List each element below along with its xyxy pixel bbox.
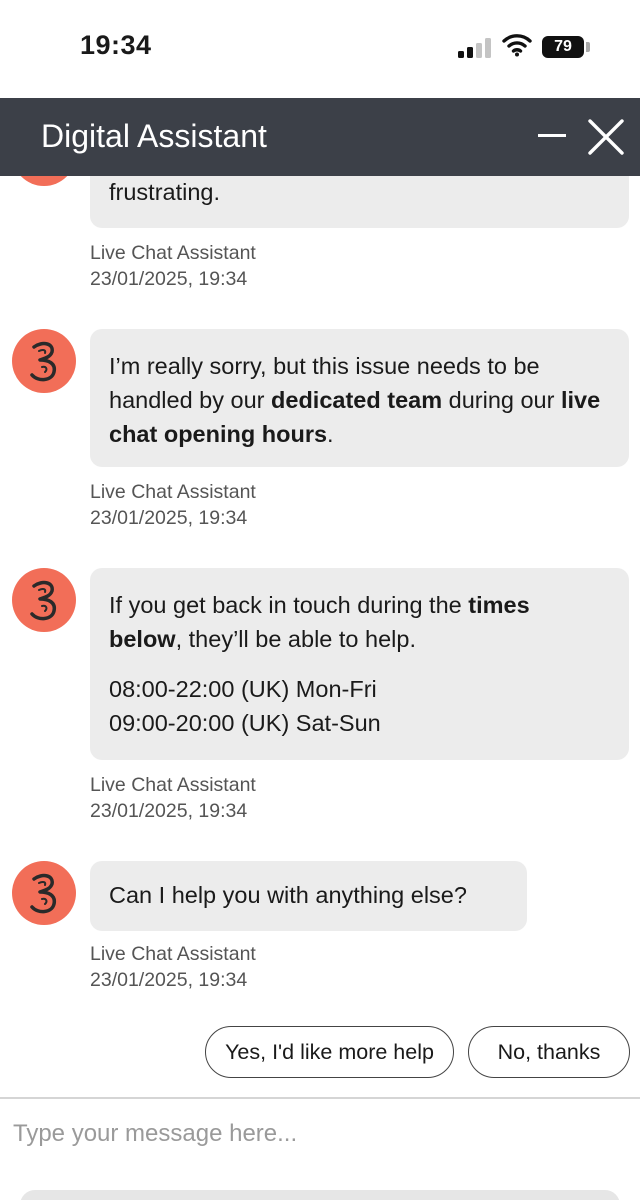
message-timestamp: 23/01/2025, 19:34 xyxy=(90,969,248,991)
battery-tip xyxy=(586,42,590,52)
chat-header: Digital Assistant xyxy=(0,98,640,176)
message-bubble: If you get back in touch during the time… xyxy=(90,568,629,760)
three-logo-icon xyxy=(12,176,76,186)
header-title: Digital Assistant xyxy=(41,118,267,154)
three-logo-icon xyxy=(12,329,76,393)
no-thanks-button[interactable]: No, thanks xyxy=(468,1026,630,1078)
message-timestamp: 23/01/2025, 19:34 xyxy=(90,268,248,290)
cellular-signal-icon xyxy=(458,38,492,58)
status-bar: 19:34 79 xyxy=(0,0,640,98)
status-time: 19:34 xyxy=(80,30,152,60)
message-input[interactable] xyxy=(0,1099,640,1169)
three-logo-icon xyxy=(12,568,76,632)
message-bubble: I’m really sorry, but this issue needs t… xyxy=(90,329,629,467)
message-timestamp: 23/01/2025, 19:34 xyxy=(90,800,248,822)
message-sender: Live Chat Assistant xyxy=(90,242,256,264)
message-timestamp: 23/01/2025, 19:34 xyxy=(90,507,248,529)
message-sender: Live Chat Assistant xyxy=(90,943,256,965)
message-meta: Live Chat Assistant 23/01/2025, 19:34 xyxy=(90,240,256,292)
message-text: during our xyxy=(442,387,561,413)
chat-transcript[interactable]: frustrating. Live Chat Assistant 23/01/2… xyxy=(0,176,640,1096)
opening-hours-weekday: 08:00-22:00 (UK) Mon-Fri xyxy=(109,676,377,702)
message-sender: Live Chat Assistant xyxy=(90,774,256,796)
minimize-icon[interactable] xyxy=(536,118,568,154)
message-meta: Live Chat Assistant 23/01/2025, 19:34 xyxy=(90,772,256,824)
message-paragraph: If you get back in touch during the time… xyxy=(109,588,609,656)
battery-icon: 79 xyxy=(542,36,584,58)
message-bubble: frustrating. xyxy=(90,176,629,228)
message-meta: Live Chat Assistant 23/01/2025, 19:34 xyxy=(90,941,256,993)
message-text: If you get back in touch during the xyxy=(109,592,469,618)
opening-hours-weekend: 09:00-20:00 (UK) Sat-Sun xyxy=(109,710,381,736)
wifi-icon xyxy=(502,34,532,57)
close-icon[interactable] xyxy=(586,117,626,157)
message-text-bold: dedicated team xyxy=(271,387,443,413)
message-text: frustrating. xyxy=(109,179,221,205)
message-text: Can I help you with anything else? xyxy=(109,882,467,908)
three-logo-icon xyxy=(12,861,76,925)
opening-hours: 08:00-22:00 (UK) Mon-Fri 09:00-20:00 (UK… xyxy=(109,672,609,740)
bottom-bar xyxy=(20,1190,620,1200)
message-text: , they’ll be able to help. xyxy=(175,626,416,652)
message-text: . xyxy=(327,421,334,447)
message-bubble: Can I help you with anything else? xyxy=(90,861,527,931)
more-help-button[interactable]: Yes, I'd like more help xyxy=(205,1026,454,1078)
message-sender: Live Chat Assistant xyxy=(90,481,256,503)
message-meta: Live Chat Assistant 23/01/2025, 19:34 xyxy=(90,479,256,531)
